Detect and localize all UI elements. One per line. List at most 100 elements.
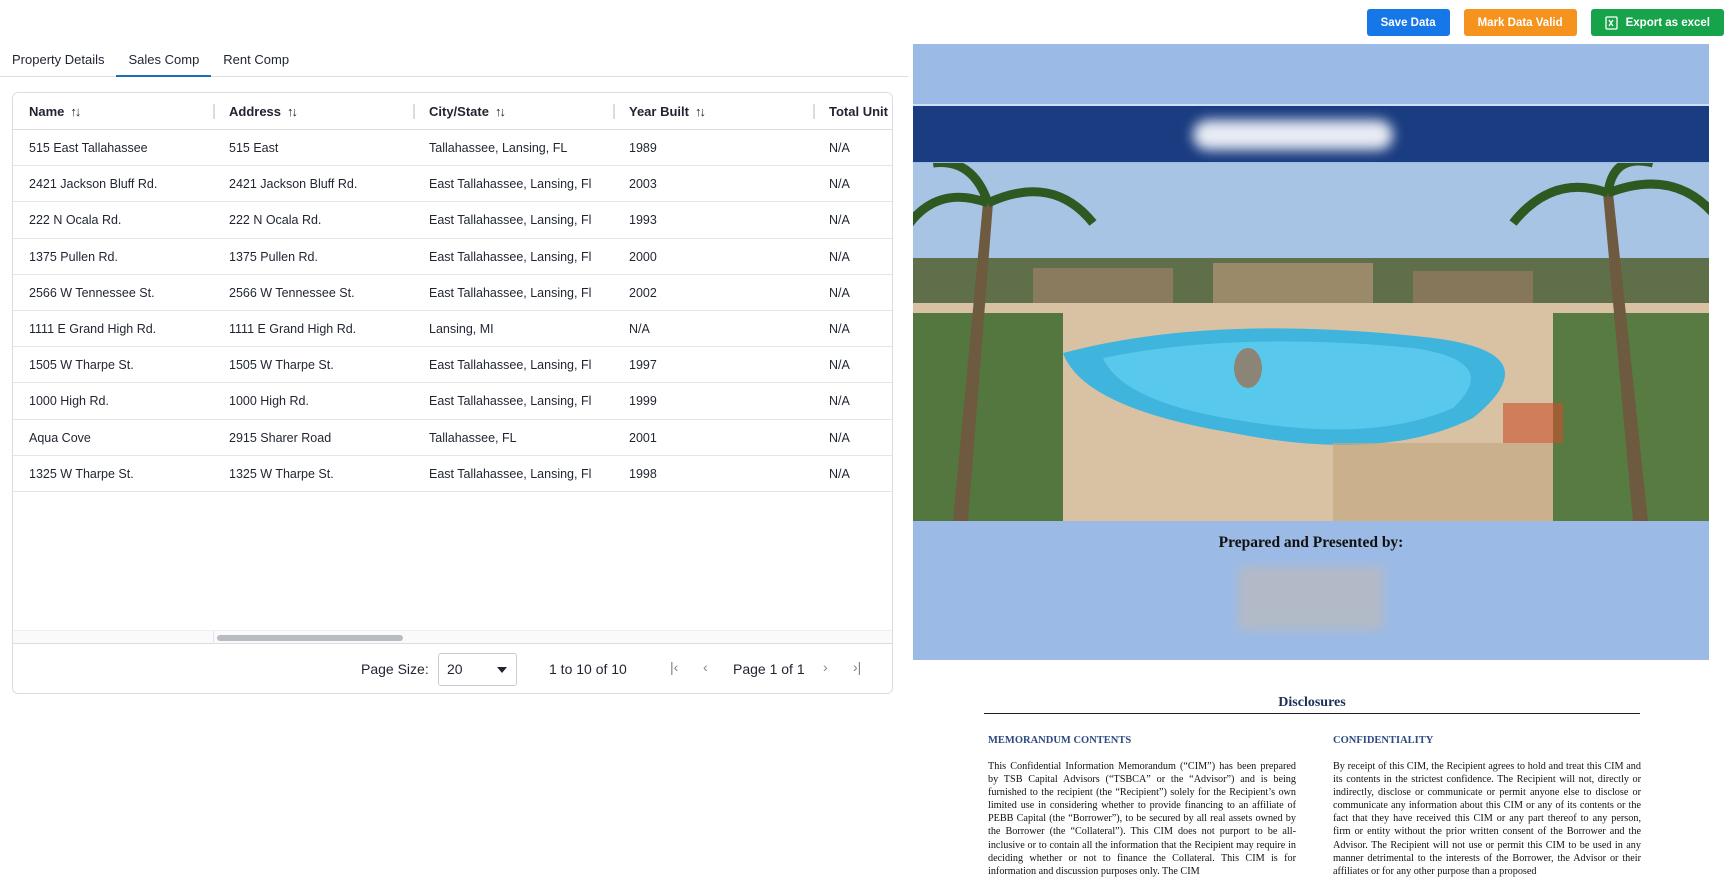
column-label-city-state: City/State: [429, 104, 489, 119]
page-size-label: Page Size:: [361, 661, 429, 677]
sales-comp-grid: Name ↑↓ Address ↑↓ City/State ↑↓ Year Bu…: [12, 92, 893, 694]
table-cell[interactable]: N/A: [813, 275, 892, 311]
page-size-value: 20: [447, 661, 463, 677]
table-cell[interactable]: 2002: [613, 275, 813, 311]
table-cell[interactable]: 515 East: [213, 130, 413, 166]
table-cell[interactable]: 1997: [613, 347, 813, 383]
table-cell[interactable]: 1111 E Grand High Rd.: [213, 311, 413, 347]
table-cell[interactable]: N/A: [813, 239, 892, 275]
table-cell[interactable]: 222 N Ocala Rd.: [213, 202, 413, 238]
page-size-select[interactable]: 20: [438, 653, 517, 686]
table-cell[interactable]: N/A: [813, 420, 892, 456]
sort-icon[interactable]: ↑↓: [495, 104, 506, 119]
table-row[interactable]: 1505 W Tharpe St. 1505 W Tharpe St. East T…: [13, 347, 892, 384]
table-cell[interactable]: East Tallahassee, Lansing, Fl: [413, 275, 613, 311]
table-cell[interactable]: 2566 W Tennessee St.: [213, 275, 413, 311]
table-cell[interactable]: 2915 Sharer Road: [213, 420, 413, 456]
table-row[interactable]: 2566 W Tennessee St. 2566 W Tennessee St.…: [13, 275, 892, 311]
cover-page: Prepared and Presented by:: [913, 44, 1709, 660]
table-cell[interactable]: 1998: [613, 456, 813, 492]
confidentiality-heading: CONFIDENTIALITY: [1333, 735, 1434, 746]
previous-page-icon[interactable]: ‹: [703, 659, 708, 675]
table-cell[interactable]: 1375 Pullen Rd.: [13, 239, 213, 275]
tab-property-details[interactable]: Property Details: [0, 44, 116, 77]
title-band: [913, 104, 1709, 162]
table-cell[interactable]: N/A: [813, 456, 892, 492]
sort-icon[interactable]: ↑↓: [287, 104, 298, 119]
save-data-button[interactable]: Save Data: [1366, 9, 1450, 36]
sort-icon[interactable]: ↑↓: [70, 104, 81, 119]
table-cell[interactable]: 2421 Jackson Bluff Rd.: [213, 166, 413, 202]
table-cell[interactable]: N/A: [813, 166, 892, 202]
column-header-address[interactable]: Address ↑↓: [213, 93, 413, 130]
table-cell[interactable]: East Tallahassee, Lansing, Fl: [413, 166, 613, 202]
table-cell[interactable]: 2003: [613, 166, 813, 202]
table-cell[interactable]: East Tallahassee, Lansing, Fl: [413, 456, 613, 492]
column-header-name[interactable]: Name ↑↓: [13, 93, 213, 130]
table-cell[interactable]: N/A: [813, 383, 892, 419]
table-cell[interactable]: East Tallahassee, Lansing, Fl: [413, 347, 613, 383]
table-cell[interactable]: Tallahassee, FL: [413, 420, 613, 456]
table-cell[interactable]: 1505 W Tharpe St.: [213, 347, 413, 383]
table-cell[interactable]: Aqua Cove: [13, 420, 213, 456]
table-cell[interactable]: 1111 E Grand High Rd.: [13, 311, 213, 347]
blurred-logo: [1193, 120, 1393, 150]
table-cell[interactable]: East Tallahassee, Lansing, Fl: [413, 202, 613, 238]
table-cell[interactable]: 1505 W Tharpe St.: [13, 347, 213, 383]
pool-scene-image: [913, 163, 1709, 521]
table-cell[interactable]: 1325 W Tharpe St.: [213, 456, 413, 492]
table-cell[interactable]: 2000: [613, 239, 813, 275]
grid-body: 515 East Tallahassee 515 East Tallahassee,…: [13, 130, 892, 492]
last-page-icon[interactable]: ›|: [853, 659, 861, 675]
column-label-total-unit: Total Unit: [829, 104, 888, 119]
table-row[interactable]: 1111 E Grand High Rd. 1111 E Grand High R…: [13, 311, 892, 348]
table-row[interactable]: Aqua Cove 2915 Sharer Road Tallahassee, FL…: [13, 420, 892, 456]
table-cell[interactable]: 2001: [613, 420, 813, 456]
table-cell[interactable]: N/A: [813, 202, 892, 238]
table-cell[interactable]: N/A: [613, 311, 813, 347]
table-cell[interactable]: 2421 Jackson Bluff Rd.: [13, 166, 213, 202]
export-excel-button[interactable]: Export as excel: [1590, 9, 1724, 36]
table-cell[interactable]: 1000 High Rd.: [213, 383, 413, 419]
blurred-presenter-logo: [1238, 566, 1384, 630]
table-cell[interactable]: Tallahassee, Lansing, FL: [413, 130, 613, 166]
table-cell[interactable]: 1989: [613, 130, 813, 166]
table-row[interactable]: 2421 Jackson Bluff Rd. 2421 Jackson Bluff…: [13, 166, 892, 203]
pagination-bar: Page Size: 20 1 to 10 of 10 |‹ ‹ Page 1 …: [13, 645, 892, 693]
first-page-icon[interactable]: |‹: [670, 659, 678, 675]
table-row[interactable]: 515 East Tallahassee 515 East Tallahassee,…: [13, 130, 892, 167]
column-header-year-built[interactable]: Year Built ↑↓: [613, 93, 813, 130]
table-cell[interactable]: 222 N Ocala Rd.: [13, 202, 213, 238]
document-preview: Prepared and Presented by: Disclosures M…: [913, 44, 1709, 887]
tab-bar: Property Details Sales Comp Rent Comp: [0, 44, 908, 77]
table-cell[interactable]: East Tallahassee, Lansing, Fl: [413, 383, 613, 419]
table-cell[interactable]: 1325 W Tharpe St.: [13, 456, 213, 492]
horizontal-scrollbar[interactable]: [13, 630, 892, 644]
table-cell[interactable]: 1993: [613, 202, 813, 238]
table-cell[interactable]: Lansing, MI: [413, 311, 613, 347]
table-cell[interactable]: 515 East Tallahassee: [13, 130, 213, 166]
table-cell[interactable]: N/A: [813, 130, 892, 166]
scrollbar-thumb[interactable]: [217, 635, 403, 641]
table-row[interactable]: 1000 High Rd. 1000 High Rd. East Tallahass…: [13, 383, 892, 420]
table-cell[interactable]: N/A: [813, 347, 892, 383]
table-cell[interactable]: 1999: [613, 383, 813, 419]
table-row[interactable]: 1375 Pullen Rd. 1375 Pullen Rd. East Talla…: [13, 239, 892, 275]
table-row[interactable]: 1325 W Tharpe St. 1325 W Tharpe St. East T…: [13, 456, 892, 492]
table-cell[interactable]: 1000 High Rd.: [13, 383, 213, 419]
export-excel-label: Export as excel: [1625, 16, 1710, 29]
caret-down-icon: [497, 667, 507, 673]
column-header-total-unit[interactable]: Total Unit: [813, 93, 892, 130]
mark-data-valid-button[interactable]: Mark Data Valid: [1463, 9, 1577, 36]
next-page-icon[interactable]: ›: [823, 659, 828, 675]
table-cell[interactable]: N/A: [813, 311, 892, 347]
memorandum-contents-text: This Confidential Information Memorandum…: [988, 761, 1296, 877]
table-cell[interactable]: 1375 Pullen Rd.: [213, 239, 413, 275]
sort-icon[interactable]: ↑↓: [695, 104, 706, 119]
tab-rent-comp[interactable]: Rent Comp: [211, 44, 301, 77]
table-row[interactable]: 222 N Ocala Rd. 222 N Ocala Rd. East Talla…: [13, 202, 892, 239]
tab-sales-comp[interactable]: Sales Comp: [116, 44, 212, 77]
table-cell[interactable]: East Tallahassee, Lansing, Fl: [413, 239, 613, 275]
column-header-city-state[interactable]: City/State ↑↓: [413, 93, 613, 130]
table-cell[interactable]: 2566 W Tennessee St.: [13, 275, 213, 311]
